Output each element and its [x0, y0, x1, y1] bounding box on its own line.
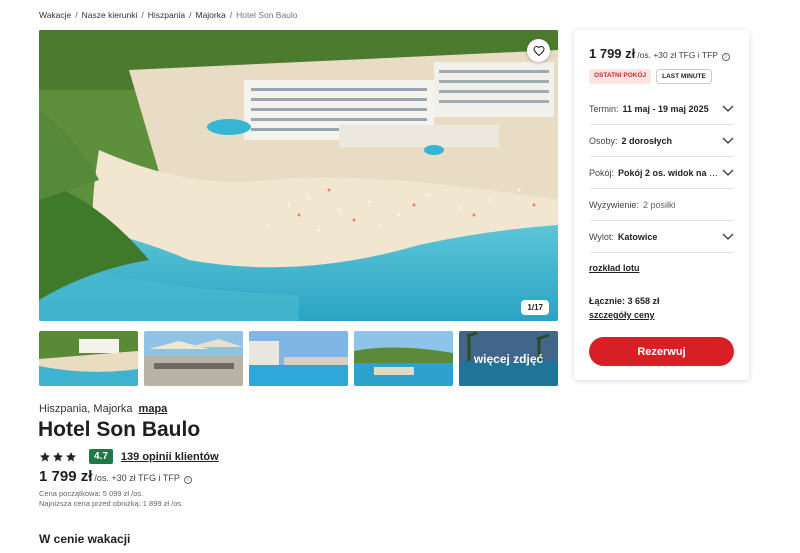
star-rating — [39, 451, 77, 463]
guests-label: Osoby: — [589, 135, 618, 146]
departure-value: Katowice — [617, 231, 658, 242]
location-text: Hiszpania, Majorka — [39, 403, 133, 415]
board-field: Wyżywienie: 2 posiłki — [589, 189, 734, 221]
favorite-button[interactable] — [527, 39, 550, 62]
breadcrumb-separator: / — [229, 10, 233, 20]
chevron-down-icon — [722, 233, 734, 240]
term-value: 11 maj - 19 maj 2025 — [622, 103, 709, 114]
room-label: Pokój: — [589, 167, 615, 178]
breadcrumb-item-wakacje[interactable]: Wakacje — [39, 10, 71, 20]
term-label: Termin: — [589, 103, 619, 114]
reviews-link[interactable]: 139 opinii klientów — [121, 451, 219, 463]
departure-label: Wylot: — [589, 231, 614, 242]
offer-tags: OSTATNI POKÓJ LAST MINUTE — [589, 69, 712, 84]
panel-price: 1 799 zł /os. +30 zł TFG i TFP i — [589, 46, 730, 61]
star-icon — [53, 451, 63, 461]
main-photo[interactable]: 1/17 — [39, 30, 558, 321]
breadcrumb-item-majorka[interactable]: Majorka — [195, 10, 225, 20]
price-details-link[interactable]: szczegóły ceny — [589, 310, 655, 320]
breadcrumb: Wakacje / Nasze kierunki / Hiszpania / M… — [39, 10, 298, 20]
price-amount: 1 799 zł — [39, 468, 93, 485]
price-suffix: /os. +30 zł TFG i TFP — [94, 473, 180, 483]
hotel-price: 1 799 zł /os. +30 zł TFG i TFP i — [39, 468, 192, 485]
departure-select[interactable]: Wylot: Katowice — [589, 221, 734, 253]
price-note-lowest: Najniższa cena przed obniżką: 1 899 zł /… — [39, 499, 184, 508]
room-value: Pokój 2 os. widok na basen — [618, 167, 719, 178]
book-button[interactable]: Rezerwuj — [589, 337, 734, 366]
breadcrumb-item-current: Hotel Son Baulo — [236, 10, 298, 20]
board-label: Wyżywienie: — [589, 199, 639, 210]
chevron-down-icon — [722, 169, 734, 176]
hotel-name: Hotel Son Baulo — [38, 418, 201, 441]
heart-icon — [532, 45, 545, 56]
price-note-start: Cena początkowa: 5 099 zł /os. — [39, 489, 144, 498]
info-icon[interactable]: i — [183, 475, 192, 484]
tag-last-room: OSTATNI POKÓJ — [589, 69, 652, 84]
room-select[interactable]: Pokój:Pokój 2 os. widok na basen — [589, 157, 734, 189]
tag-last-minute: LAST MINUTE — [656, 69, 712, 84]
total-price: Łącznie: 3 658 zł — [589, 296, 660, 306]
thumbnail-bay[interactable] — [354, 331, 453, 386]
thumbnail-beach[interactable] — [39, 331, 138, 386]
map-link[interactable]: mapa — [139, 403, 168, 415]
guests-value: 2 dorosłych — [621, 135, 673, 146]
flight-schedule-link[interactable]: rozkład lotu — [589, 263, 640, 273]
breadcrumb-separator: / — [141, 10, 144, 20]
thumbnail-strip: więcej zdjęć — [39, 331, 558, 386]
panel-price-suffix: /os. +30 zł TFG i TFP — [637, 50, 718, 60]
term-select[interactable]: Termin: 11 maj - 19 maj 2025 — [589, 93, 734, 125]
hotel-location: Hiszpania, Majorka mapa — [39, 403, 167, 415]
breadcrumb-separator: / — [75, 10, 78, 20]
rating-score-badge: 4.7 — [89, 449, 113, 464]
panel-price-amount: 1 799 zł — [589, 46, 636, 61]
chevron-down-icon — [722, 137, 734, 144]
board-value: 2 posiłki — [642, 199, 676, 210]
thumbnail-pool[interactable] — [249, 331, 348, 386]
breadcrumb-item-nasze-kierunki[interactable]: Nasze kierunki — [82, 10, 138, 20]
star-icon — [66, 451, 76, 461]
rating-row: 4.7 139 opinii klientów — [39, 449, 219, 464]
hotel-beach-photo — [39, 30, 558, 321]
more-photos-label: więcej zdjęć — [459, 331, 558, 386]
booking-panel: 1 799 zł /os. +30 zł TFG i TFP i OSTATNI… — [574, 30, 749, 380]
photo-counter: 1/17 — [521, 300, 549, 315]
thumbnail-more-photos[interactable]: więcej zdjęć — [459, 331, 558, 386]
thumbnail-terrace[interactable] — [144, 331, 243, 386]
section-title-included: W cenie wakacji — [39, 532, 131, 546]
guests-select[interactable]: Osoby: 2 dorosłych — [589, 125, 734, 157]
breadcrumb-separator: / — [189, 10, 192, 20]
info-icon[interactable]: i — [721, 52, 730, 61]
star-icon — [40, 451, 50, 461]
breadcrumb-item-hiszpania[interactable]: Hiszpania — [148, 10, 185, 20]
chevron-down-icon — [722, 105, 734, 112]
